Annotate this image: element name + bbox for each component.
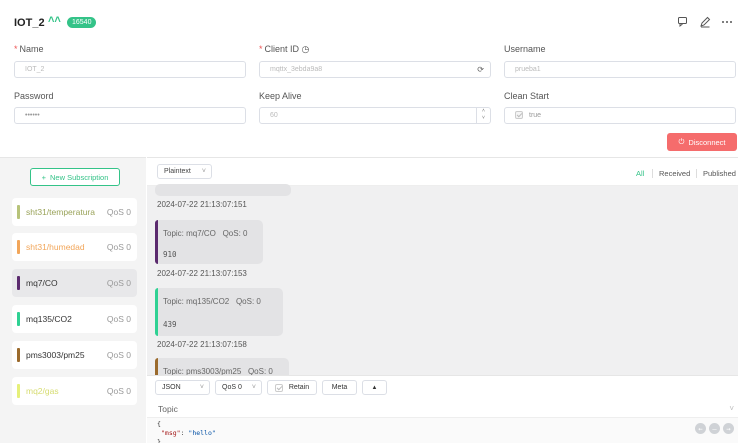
keep-alive-stepper[interactable]: ˄ ˅ [476,108,490,123]
message-bubble [155,184,291,196]
chevron-down-icon: ˅ [199,384,204,391]
chevron-down-icon: ˅ [251,384,256,391]
client-id-label: * Client ID ◷ [259,44,310,54]
meta-button[interactable]: Meta [322,380,357,395]
message-toolbar: Plaintext ˅ All Received Published [147,158,738,186]
topic-input[interactable]: Topic [158,404,178,414]
keep-alive-label: Keep Alive [259,91,302,101]
checkbox-icon [274,383,283,392]
clear-icon[interactable]: — [709,423,720,434]
send-icon[interactable]: → [723,423,734,434]
connection-header: IOT_2 ˄˄ 16540 [0,0,738,40]
subscription-item[interactable]: sht31/temperatura QoS 0 [12,198,137,226]
retain-checkbox[interactable]: Retain [267,380,317,395]
message-timestamp: 2024-07-22 21:13:07:158 [157,340,247,349]
chevron-down-icon[interactable]: ˅ [729,404,734,413]
payload-editor[interactable]: { "msg": "hello" } ← — → [147,417,738,443]
disconnect-button[interactable]: ⏻ Disconnect [667,133,737,151]
chevron-down-icon: ˅ [201,168,206,175]
subscription-item[interactable]: mq135/CO2 QoS 0 [12,305,137,333]
message-timestamp: 2024-07-22 21:13:07:153 [157,269,247,278]
filter-all[interactable]: All [636,169,644,178]
triangle-up-icon: ▲ [371,384,378,391]
message-bubble: Topic: pms3003/pm25 QoS: 0 [155,358,289,375]
password-input[interactable]: •••••• [14,107,246,124]
filter-received[interactable]: Received [659,169,690,178]
message-timestamp: 2024-07-22 21:13:07:151 [157,200,247,209]
clean-start-checkbox[interactable]: true [504,107,736,124]
new-subscription-button[interactable]: + New Subscription [30,168,120,186]
client-id-input[interactable]: mqttx_3ebda9a8 ⟳ [259,61,491,78]
password-label: Password [14,91,54,101]
copy-icon[interactable] [676,15,690,29]
message-count-badge: 16540 [67,17,97,28]
message-bubble: Topic: mq135/CO2 QoS: 0 439 [155,288,283,336]
connection-title: IOT_2 [14,17,45,29]
subscription-sidebar: + New Subscription sht31/temperatura QoS… [0,157,146,443]
subscription-item[interactable]: mq7/CO QoS 0 [12,269,137,297]
plus-icon: + [41,172,47,182]
power-icon: ⏻ [678,137,685,146]
filter-published[interactable]: Published [703,169,736,178]
subscription-item[interactable]: sht31/humedad QoS 0 [12,233,137,261]
name-label: * Name [14,44,44,54]
message-payload: 910 [163,250,177,259]
collapse-chevron-icon[interactable]: ˄˄ [48,14,61,26]
message-composer: JSON ˅ QoS 0 ˅ Retain Meta ▲ Topic ˅ { "ms… [147,375,738,443]
subscription-item[interactable]: pms3003/pm25 QoS 0 [12,341,137,369]
arrow-left-icon[interactable]: ← [695,423,706,434]
edit-icon[interactable] [698,15,712,29]
payload-format-select[interactable]: JSON ˅ [155,380,210,395]
clean-start-label: Clean Start [504,91,550,101]
refresh-icon[interactable]: ⟳ [477,62,484,77]
message-bubble: Topic: mq7/CO QoS: 0 910 [155,220,263,264]
collapse-composer-button[interactable]: ▲ [362,380,387,395]
more-icon[interactable] [720,15,734,29]
message-panel: Plaintext ˅ All Received Published 2024-0… [147,157,738,375]
keep-alive-input[interactable]: 60 ˄ ˅ [259,107,491,124]
message-format-select[interactable]: Plaintext ˅ [157,164,212,179]
name-input[interactable]: IOT_2 [14,61,246,78]
info-icon[interactable]: ◷ [302,44,310,54]
qos-select[interactable]: QoS 0 ˅ [215,380,262,395]
subscription-item[interactable]: mq2/gas QoS 0 [12,377,137,405]
checkbox-icon [515,111,523,120]
username-label: Username [504,44,546,54]
message-payload: 439 [163,320,177,329]
username-input[interactable]: prueba1 [504,61,736,78]
